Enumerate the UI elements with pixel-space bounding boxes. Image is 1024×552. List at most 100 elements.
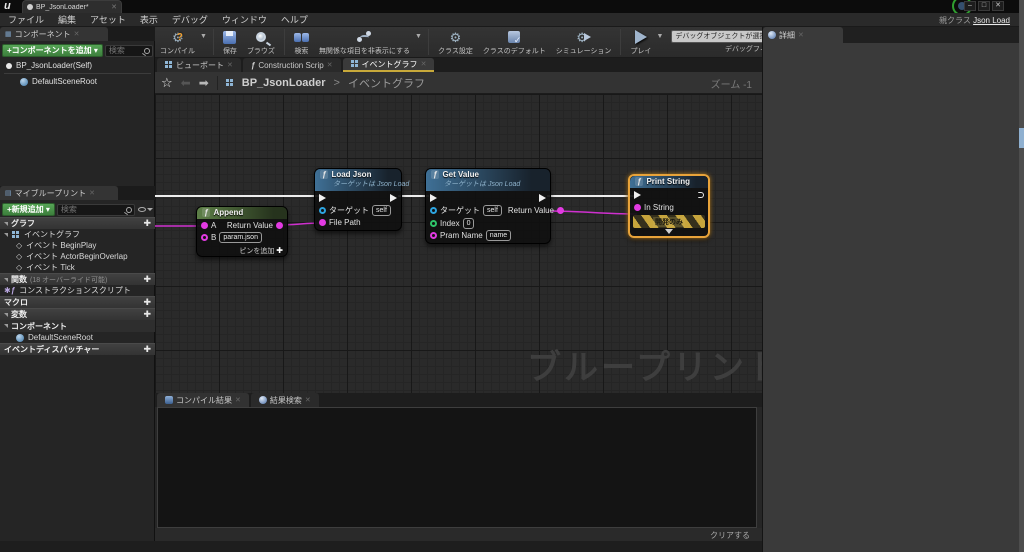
item-event-beginplay[interactable]: ◇ イベント BeginPlay	[0, 240, 155, 251]
close-icon[interactable]: ✕	[74, 30, 80, 38]
tree-row-self[interactable]: BP_JsonLoader(Self)	[0, 59, 155, 72]
pin-target-value[interactable]: self	[372, 205, 391, 216]
exec-out-pin[interactable]	[390, 194, 397, 202]
simulate-button[interactable]: ⚙ シミュレーション	[551, 27, 617, 58]
pin-b-value-input[interactable]: param.json	[219, 232, 262, 243]
save-button[interactable]: 保存	[218, 27, 242, 58]
pin-file-path[interactable]	[319, 219, 326, 226]
node-header[interactable]: ƒLoad Json ターゲットは Json Load	[315, 169, 401, 191]
details-tab[interactable]: 詳細 ✕	[763, 27, 843, 43]
node-append[interactable]: ƒAppend A Return Value B param.json ピンを追…	[196, 206, 288, 257]
item-event-tick[interactable]: ◇ イベント Tick	[0, 262, 155, 273]
compile-options-caret[interactable]: ▼	[200, 33, 207, 40]
close-tab-icon[interactable]: ✕	[111, 3, 117, 11]
back-arrow-icon[interactable]: ⬅	[181, 76, 191, 90]
close-icon[interactable]: ✕	[421, 60, 427, 68]
pin-in-string[interactable]	[634, 204, 641, 211]
section-functions[interactable]: 関数 (18 オーバーライド可能) ✚	[0, 273, 155, 285]
node-get-value[interactable]: ƒGet Value ターゲットは Json Load ターゲット self R…	[425, 168, 551, 244]
compile-button[interactable]: ⚙? コンパイル	[155, 27, 200, 58]
menu-debug[interactable]: デバッグ	[172, 13, 208, 26]
maximize-button[interactable]: □	[978, 1, 990, 11]
pin-target-value[interactable]: self	[483, 205, 502, 216]
tab-event-graph[interactable]: イベントグラフ ✕	[343, 58, 435, 72]
forward-arrow-icon[interactable]: ➡	[199, 76, 209, 90]
asset-tab[interactable]: BP_JsonLoader* ✕	[22, 0, 122, 13]
item-event-graph[interactable]: イベントグラフ	[0, 229, 155, 240]
menu-help[interactable]: ヘルプ	[281, 13, 308, 26]
close-button[interactable]: ✕	[992, 1, 1004, 11]
pin-return-value[interactable]	[557, 207, 564, 214]
exec-in-pin[interactable]	[634, 191, 641, 199]
add-graph-icon[interactable]: ✚	[143, 218, 151, 229]
class-settings-button[interactable]: ⚙ クラス設定	[433, 27, 478, 58]
exec-out-pin[interactable]	[698, 192, 704, 198]
node-header[interactable]: ƒAppend	[197, 207, 287, 219]
tab-compiler-results[interactable]: コンパイル結果 ✕	[157, 393, 249, 407]
close-icon[interactable]: ✕	[327, 61, 333, 69]
pin-target[interactable]	[430, 207, 437, 214]
exec-in-pin[interactable]	[430, 194, 437, 202]
pin-return-value[interactable]	[276, 222, 283, 229]
close-icon[interactable]: ✕	[235, 396, 241, 404]
node-header[interactable]: ƒGet Value ターゲットは Json Load	[426, 169, 550, 191]
add-function-icon[interactable]: ✚	[143, 274, 151, 285]
add-macro-icon[interactable]: ✚	[143, 297, 151, 308]
add-dispatcher-icon[interactable]: ✚	[143, 344, 151, 355]
close-icon[interactable]: ✕	[798, 31, 804, 39]
item-construction-script[interactable]: ✱ƒ コンストラクションスクリプト	[0, 285, 155, 296]
pin-param-name[interactable]	[430, 232, 437, 239]
favorite-star-icon[interactable]: ☆	[161, 75, 173, 91]
pin-param-value[interactable]: name	[486, 230, 512, 241]
node-load-json[interactable]: ƒLoad Json ターゲットは Json Load ターゲット self F…	[314, 168, 402, 231]
menu-view[interactable]: 表示	[140, 13, 158, 26]
section-macros[interactable]: マクロ ✚	[0, 296, 155, 308]
add-new-button[interactable]: +新規追加 ▾	[2, 203, 55, 216]
class-defaults-button[interactable]: クラスのデフォルト	[478, 27, 551, 58]
menu-file[interactable]: ファイル	[8, 13, 44, 26]
play-options-caret[interactable]: ▼	[656, 33, 663, 40]
add-component-button[interactable]: +コンポーネントを追加 ▾	[2, 44, 103, 57]
myblueprint-tab[interactable]: ▤ マイブループリント ✕	[0, 186, 118, 200]
minimize-button[interactable]: –	[964, 1, 976, 11]
close-icon[interactable]: ✕	[227, 61, 233, 69]
node-header[interactable]: ƒPrint String	[630, 176, 708, 188]
item-event-actorbeginoverlap[interactable]: ◇ イベント ActorBeginOverlap	[0, 251, 155, 262]
menu-asset[interactable]: アセット	[90, 13, 126, 26]
tab-construction-script[interactable]: ƒ Construction Scrip ✕	[243, 58, 341, 72]
exec-in-pin[interactable]	[319, 194, 326, 202]
section-event-dispatchers[interactable]: イベントディスパッチャー ✚	[0, 343, 155, 355]
pin-target[interactable]	[319, 207, 326, 214]
close-icon[interactable]: ✕	[89, 189, 95, 197]
clear-button[interactable]: クリアする	[710, 530, 750, 541]
parent-class-link[interactable]: Json Load	[973, 16, 1010, 25]
menu-window[interactable]: ウィンドウ	[222, 13, 267, 26]
compiler-results-output[interactable]	[157, 407, 757, 528]
section-graphs[interactable]: グラフ ✚	[0, 217, 155, 229]
pin-b[interactable]	[201, 234, 208, 241]
hide-unrelated-button[interactable]: 無関係な項目を非表示にする	[314, 27, 415, 58]
myblueprint-search[interactable]	[57, 204, 135, 216]
menu-edit[interactable]: 編集	[58, 13, 76, 26]
exec-out-pin[interactable]	[539, 194, 546, 202]
section-variables[interactable]: 変数 ✚	[0, 308, 155, 320]
tab-find-results[interactable]: 結果検索 ✕	[251, 393, 319, 407]
breadcrumb-current[interactable]: イベントグラフ	[348, 75, 425, 91]
node-expand-arrow-icon[interactable]	[665, 229, 673, 234]
node-print-string[interactable]: ƒPrint String In String 開発のみ	[628, 174, 710, 238]
myblueprint-search-input[interactable]	[58, 205, 134, 214]
pin-index[interactable]	[430, 220, 437, 227]
add-variable-icon[interactable]: ✚	[143, 309, 151, 320]
close-icon[interactable]: ✕	[305, 396, 311, 404]
subsection-components[interactable]: コンポーネント	[0, 320, 155, 332]
pin-a[interactable]	[201, 222, 208, 229]
tab-viewport[interactable]: ビューポート ✕	[157, 58, 241, 72]
pin-index-value[interactable]: 0	[463, 218, 475, 229]
find-button[interactable]: 検索	[289, 27, 314, 58]
play-button[interactable]: プレイ	[625, 27, 656, 58]
browse-button[interactable]: ブラウズ	[242, 27, 280, 58]
item-default-scene-root[interactable]: DefaultSceneRoot	[0, 332, 155, 343]
hide-unrelated-caret[interactable]: ▼	[415, 33, 422, 40]
add-pin-button[interactable]: ピンを追加 ✚	[239, 246, 283, 256]
visibility-filter-button[interactable]	[137, 204, 153, 216]
